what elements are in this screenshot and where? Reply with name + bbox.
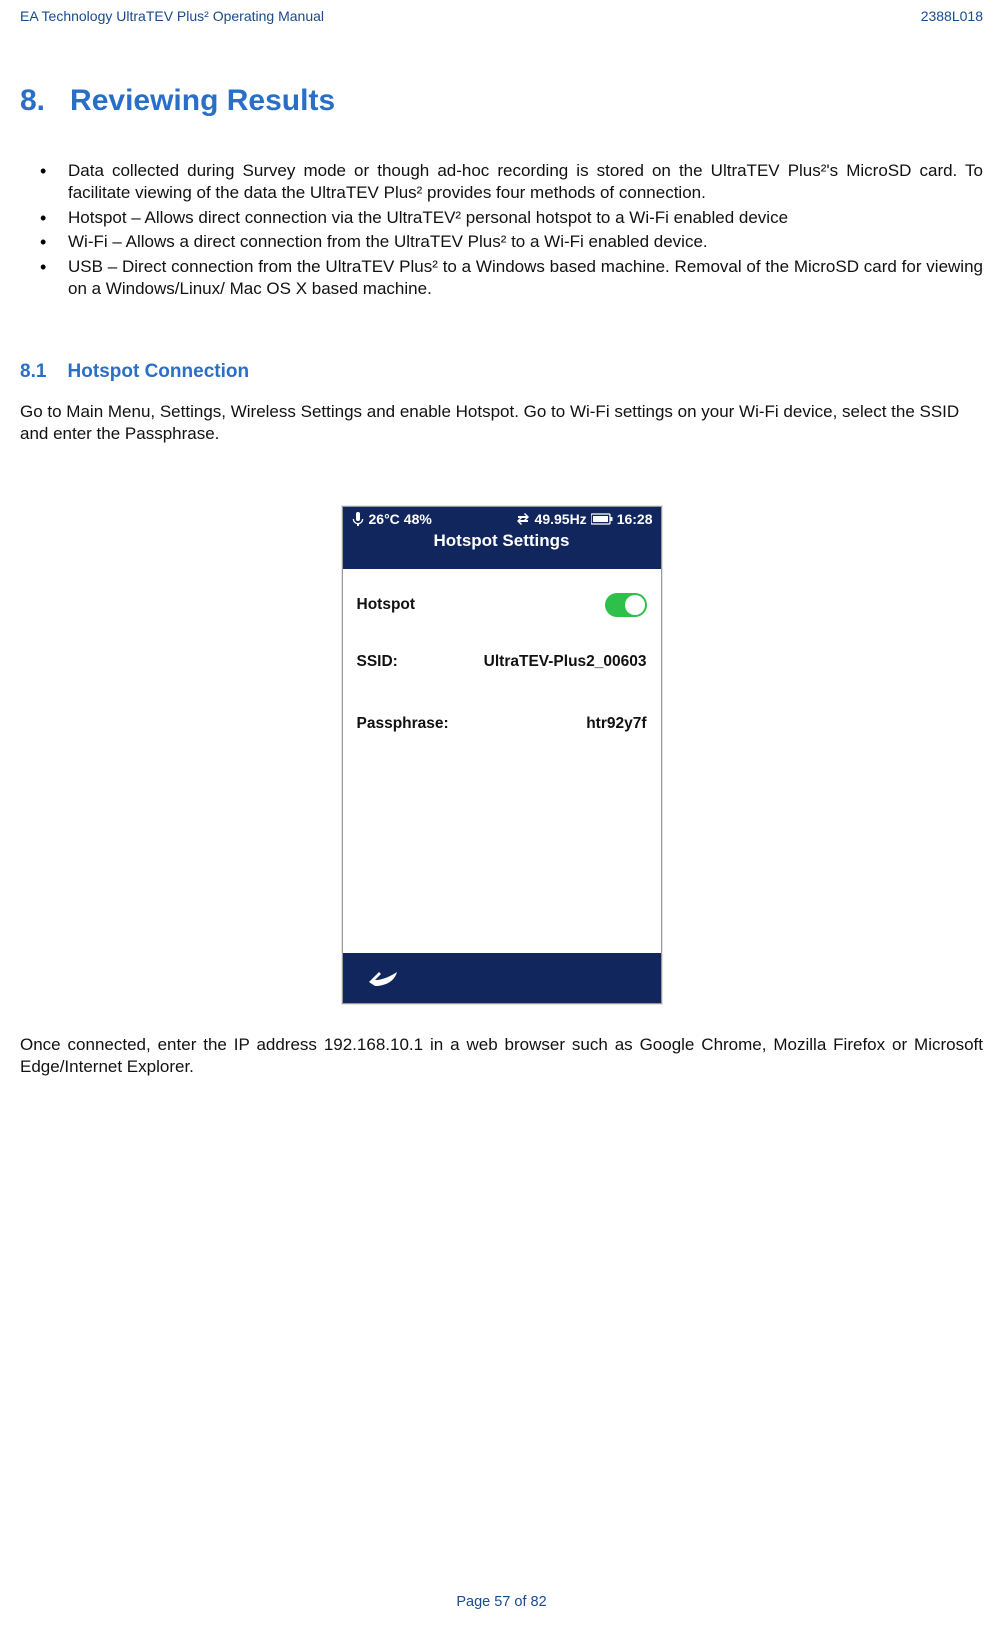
ssid-row: SSID: UltraTEV-Plus2_00603 (357, 653, 647, 671)
list-item: Hotspot – Allows direct connection via t… (68, 207, 983, 229)
subsection-heading: 8.1 Hotspot Connection (20, 361, 983, 383)
status-percent: 48% (404, 511, 432, 527)
header-right: 2388L018 (921, 8, 983, 24)
bullet-list: Data collected during Survey mode or tho… (20, 160, 983, 301)
paragraph: Once connected, enter the IP address 192… (20, 1034, 983, 1079)
page-footer: Page 57 of 82 (0, 1594, 1003, 1610)
passphrase-value: htr92y7f (586, 715, 646, 733)
device-screenshot: 26°C 48% 49.95Hz 16:28 Hotspot Settings (342, 506, 662, 1004)
hotspot-label: Hotspot (357, 596, 416, 614)
hotspot-row: Hotspot (357, 593, 647, 617)
back-icon[interactable] (367, 966, 401, 990)
section-heading: 8. Reviewing Results (20, 84, 983, 118)
ssid-value: UltraTEV-Plus2_00603 (484, 653, 647, 671)
header-left: EA Technology UltraTEV Plus² Operating M… (20, 8, 324, 24)
list-item: USB – Direct connection from the UltraTE… (68, 256, 983, 301)
ssid-label: SSID: (357, 653, 398, 671)
page-header: EA Technology UltraTEV Plus² Operating M… (20, 8, 983, 24)
list-item: Data collected during Survey mode or tho… (68, 160, 983, 205)
status-hz: 49.95Hz (535, 511, 587, 527)
subsection-number: 8.1 (20, 361, 46, 382)
list-item: Wi-Fi – Allows a direct connection from … (68, 231, 983, 253)
section-label: Reviewing Results (70, 84, 335, 117)
subsection-label: Hotspot Connection (68, 361, 250, 382)
status-bar: 26°C 48% 49.95Hz 16:28 (343, 507, 661, 527)
device-body: Hotspot SSID: UltraTEV-Plus2_00603 Passp… (343, 569, 661, 953)
hotspot-toggle[interactable] (605, 593, 647, 617)
mic-icon (351, 511, 365, 527)
screen-title: Hotspot Settings (343, 527, 661, 559)
sync-icon (515, 512, 531, 526)
status-time: 16:28 (617, 511, 653, 527)
passphrase-label: Passphrase: (357, 715, 449, 733)
status-temp: 26°C (369, 511, 400, 527)
battery-icon (591, 513, 613, 525)
paragraph: Go to Main Menu, Settings, Wireless Sett… (20, 401, 983, 446)
passphrase-row: Passphrase: htr92y7f (357, 715, 647, 733)
device-header: 26°C 48% 49.95Hz 16:28 Hotspot Settings (343, 507, 661, 569)
device-footer (343, 953, 661, 1003)
section-number: 8. (20, 84, 45, 117)
